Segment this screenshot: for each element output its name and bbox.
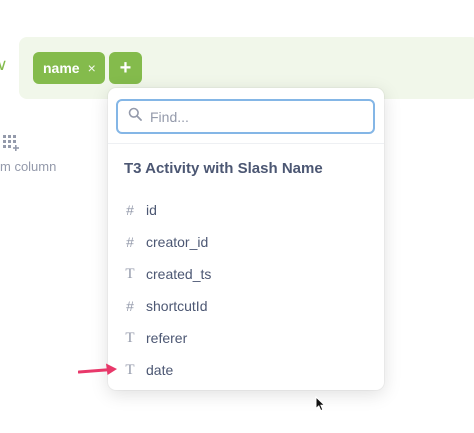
number-icon: # bbox=[126, 298, 134, 314]
text-icon: T bbox=[125, 329, 135, 346]
mouse-cursor-icon bbox=[315, 395, 327, 417]
search-field[interactable] bbox=[116, 99, 375, 134]
search-icon bbox=[128, 107, 142, 126]
add-column-button[interactable]: + bbox=[109, 52, 142, 84]
number-icon: # bbox=[126, 234, 134, 250]
column-item-id[interactable]: # id bbox=[124, 196, 368, 224]
column-pill-label: name bbox=[43, 60, 80, 76]
text-icon: T bbox=[125, 265, 135, 282]
column-item-label: shortcutId bbox=[146, 298, 208, 314]
column-item-creator-id[interactable]: # creator_id bbox=[124, 228, 368, 256]
annotation-arrow-icon bbox=[77, 362, 118, 383]
text-icon: T bbox=[125, 361, 135, 378]
column-item-label: created_ts bbox=[146, 266, 212, 282]
chevron-down-icon[interactable]: ∨ bbox=[0, 56, 8, 76]
column-pill-name[interactable]: name × bbox=[33, 52, 105, 84]
add-grid-icon[interactable] bbox=[3, 135, 19, 156]
custom-column-label[interactable]: m column bbox=[0, 159, 56, 174]
close-icon[interactable]: × bbox=[88, 60, 96, 76]
table-name-heading: T3 Activity with Slash Name bbox=[124, 160, 323, 177]
column-item-referer[interactable]: T referer bbox=[124, 324, 368, 352]
search-input[interactable] bbox=[150, 108, 350, 125]
column-picker-popover: T3 Activity with Slash Name # id # creat… bbox=[108, 88, 384, 390]
number-icon: # bbox=[126, 202, 134, 218]
column-item-shortcutid[interactable]: # shortcutId bbox=[124, 292, 368, 320]
column-item-label: date bbox=[146, 362, 174, 378]
column-item-label: referer bbox=[146, 330, 188, 346]
column-item-created-ts[interactable]: T created_ts bbox=[124, 260, 368, 288]
column-item-label: creator_id bbox=[146, 234, 209, 250]
column-item-date[interactable]: T date bbox=[124, 356, 368, 384]
divider bbox=[108, 143, 384, 144]
column-item-label: id bbox=[146, 202, 157, 218]
